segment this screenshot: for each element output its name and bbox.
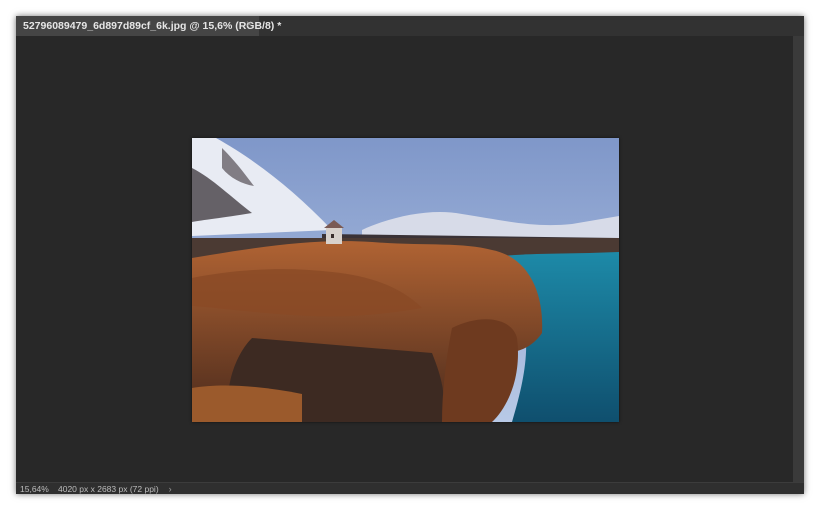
photoshop-document-window: 52796089479_6d897d89cf_6k.jpg @ 15,6% (R…: [16, 16, 804, 494]
close-icon[interactable]: ×: [246, 19, 252, 30]
document-size-info: 4020 px x 2683 px (72 ppi): [58, 483, 159, 494]
canvas-workspace[interactable]: [16, 36, 793, 483]
zoom-level[interactable]: 15,64%: [20, 484, 54, 494]
document-image[interactable]: [192, 138, 619, 422]
status-bar: 15,64% 4020 px x 2683 px (72 ppi) ›: [16, 482, 804, 494]
vertical-scrollbar[interactable]: [793, 36, 804, 483]
document-tab-bar: 52796089479_6d897d89cf_6k.jpg @ 15,6% (R…: [16, 16, 804, 36]
chevron-right-icon[interactable]: ›: [169, 484, 172, 494]
document-tab-title: 52796089479_6d897d89cf_6k.jpg @ 15,6% (R…: [23, 20, 282, 32]
document-tab[interactable]: 52796089479_6d897d89cf_6k.jpg @ 15,6% (R…: [16, 16, 281, 36]
landscape-photo: [192, 138, 619, 422]
